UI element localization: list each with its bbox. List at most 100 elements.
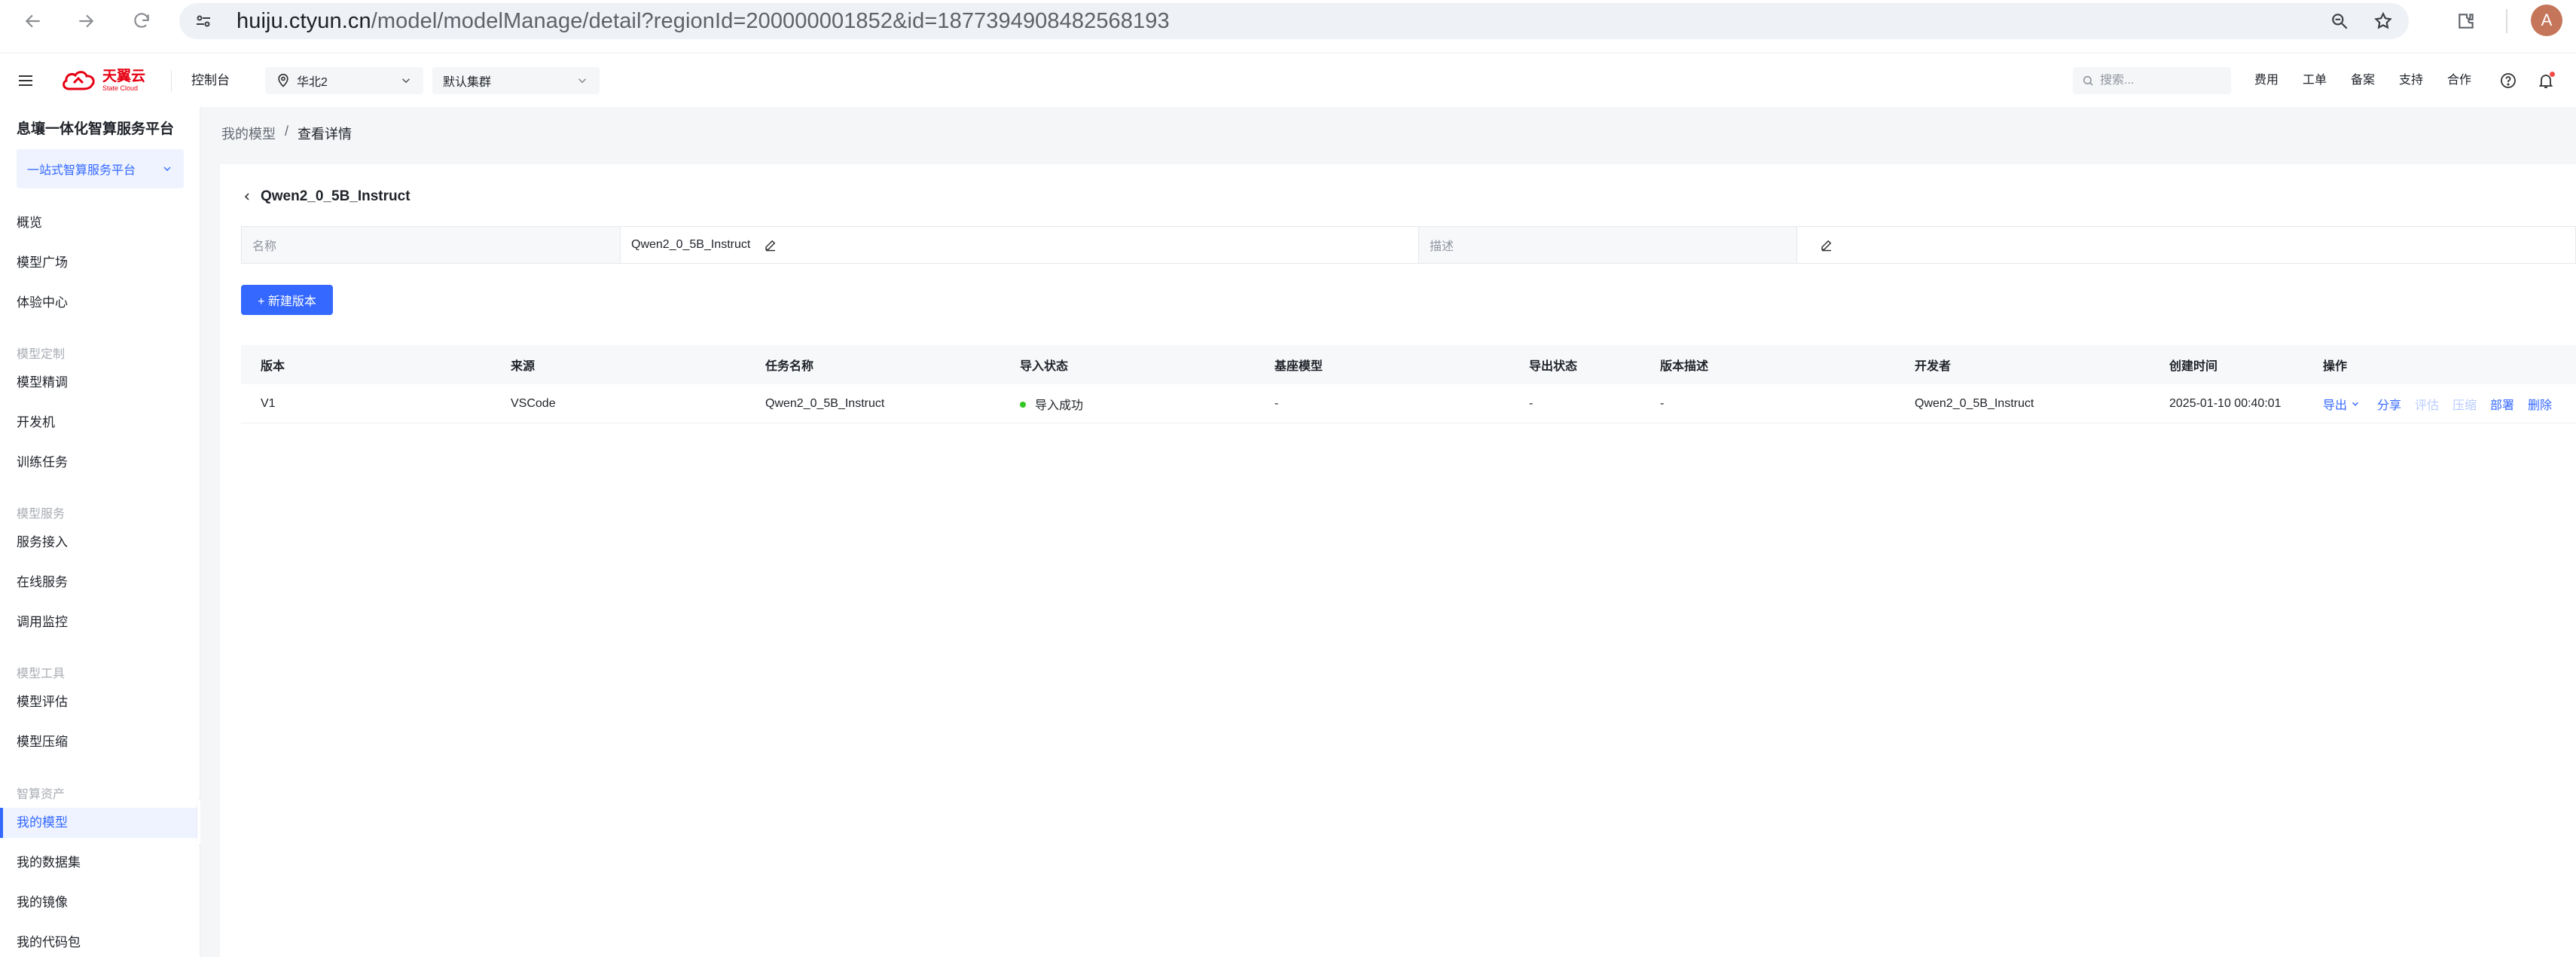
logo-cn: 天翼云 <box>102 69 146 84</box>
header-link-tickets[interactable]: 工单 <box>2303 70 2327 91</box>
browser-toolbar: huiju.ctyun.cn/model/modelManage/detail?… <box>0 0 2576 42</box>
back-arrow-icon[interactable] <box>20 8 47 35</box>
sidebar-item-monitor[interactable]: 调用监控 <box>0 607 200 637</box>
col-task: 任务名称 <box>765 360 814 373</box>
chevron-down-icon <box>578 78 587 84</box>
row-source: VSCode <box>511 396 556 410</box>
model-info-row: 名称 Qwen2_0_5B_Instruct 描述 <box>241 226 2576 264</box>
notification-bell-icon[interactable] <box>2535 70 2556 91</box>
deploy-button[interactable]: 部署 <box>2490 395 2514 413</box>
region-value: 华北2 <box>297 76 328 89</box>
cluster-select[interactable]: 默认集群 <box>432 67 600 94</box>
menu-group-tools: 模型工具 <box>17 668 66 680</box>
logo-en: State Cloud <box>102 84 139 92</box>
console-link[interactable]: 控制台 <box>191 70 230 91</box>
menu-icon[interactable] <box>15 70 36 91</box>
reload-icon[interactable] <box>128 8 155 35</box>
brand-logo[interactable]: 天翼云 State Cloud <box>60 66 145 96</box>
delete-button[interactable]: 删除 <box>2528 395 2552 413</box>
sidebar-item-my-models[interactable]: 我的模型 <box>0 808 200 838</box>
menu-group-custom: 模型定制 <box>17 348 66 361</box>
sidebar-title: 息壤一体化智算服务平台 <box>17 121 175 137</box>
sidebar-item-my-code[interactable]: 我的代码包 <box>0 928 200 957</box>
help-icon[interactable] <box>2498 70 2519 91</box>
notification-dot <box>2550 72 2555 77</box>
sidebar-item-finetune[interactable]: 模型精调 <box>0 368 200 398</box>
region-select[interactable]: 华北2 <box>265 67 423 94</box>
sidebar-item-compress[interactable]: 模型压缩 <box>0 727 200 757</box>
sidebar-item-evaluate[interactable]: 模型评估 <box>0 687 200 717</box>
chevron-down-icon <box>401 78 411 84</box>
row-description: - <box>1660 396 1665 410</box>
export-dropdown-button[interactable]: 导出 <box>2323 395 2361 413</box>
zoom-icon[interactable] <box>2327 9 2352 33</box>
location-pin-icon <box>278 73 288 87</box>
share-button[interactable]: 分享 <box>2377 395 2401 413</box>
search-input[interactable] <box>2100 74 2220 87</box>
row-import-status: 导入成功 <box>1020 395 1083 413</box>
sidebar-item-my-datasets[interactable]: 我的数据集 <box>0 848 200 878</box>
col-import-status: 导入状态 <box>1020 360 1069 373</box>
name-value: Qwen2_0_5B_Instruct <box>631 238 751 251</box>
row-task-link[interactable]: Qwen2_0_5B_Instruct <box>765 397 884 411</box>
col-description: 版本描述 <box>1660 360 1709 373</box>
name-label: 名称 <box>242 227 620 263</box>
profile-avatar[interactable]: A <box>2531 5 2562 36</box>
col-operations: 操作 <box>2323 360 2348 373</box>
edit-name-icon[interactable] <box>764 238 777 252</box>
extensions-icon[interactable] <box>2452 8 2480 35</box>
chevron-down-icon <box>163 167 171 171</box>
forward-arrow-icon[interactable] <box>72 8 99 35</box>
cluster-value: 默认集群 <box>443 76 492 89</box>
col-export-status: 导出状态 <box>1529 360 1578 373</box>
sidebar-item-online[interactable]: 在线服务 <box>0 567 200 598</box>
header-link-filing[interactable]: 备案 <box>2351 70 2375 91</box>
header-link-support[interactable]: 支持 <box>2399 70 2423 91</box>
compress-button: 压缩 <box>2452 399 2477 412</box>
desc-value-cell <box>1796 227 2575 263</box>
site-settings-icon[interactable] <box>191 9 215 33</box>
sidebar-item-training[interactable]: 训练任务 <box>0 448 200 478</box>
bookmark-star-icon[interactable] <box>2371 9 2395 33</box>
success-status-dot <box>1020 402 1026 408</box>
page-title: Qwen2_0_5B_Instruct <box>261 188 411 204</box>
version-table: 版本 来源 任务名称 导入状态 基座模型 导出状态 版本描述 开发者 创建时间 … <box>241 345 2576 423</box>
sidebar-item-my-images[interactable]: 我的镜像 <box>0 888 200 918</box>
col-base-model: 基座模型 <box>1274 360 1323 373</box>
main-content: 我的模型 / 查看详情 Qwen2_0_5B_Instruct 名称 Qwen2… <box>200 107 2576 957</box>
header-divider <box>171 70 172 91</box>
desc-label: 描述 <box>1418 227 1796 263</box>
evaluate-button: 评估 <box>2415 399 2440 412</box>
sidebar-item-model-square[interactable]: 模型广场 <box>0 248 200 278</box>
url-path: /model/modelManage/detail?regionId=20000… <box>371 9 1170 33</box>
header-link-partner[interactable]: 合作 <box>2447 70 2471 91</box>
sidebar: 息壤一体化智算服务平台 一站式智算服务平台 概览 模型广场 体验中心 模型定制 … <box>0 107 200 957</box>
url-text[interactable]: huiju.ctyun.cn/model/modelManage/detail?… <box>237 3 1170 39</box>
table-row: V1 VSCode Qwen2_0_5B_Instruct 导入成功 - - -… <box>241 384 2576 423</box>
row-version: V1 <box>261 396 276 410</box>
address-bar[interactable]: huiju.ctyun.cn/model/modelManage/detail?… <box>179 3 2409 39</box>
global-search[interactable] <box>2073 67 2231 94</box>
back-chevron-icon[interactable] <box>241 191 253 203</box>
name-value-cell: Qwen2_0_5B_Instruct <box>620 227 1418 263</box>
sidebar-item-access[interactable]: 服务接入 <box>0 527 200 558</box>
platform-select[interactable]: 一站式智算服务平台 <box>17 149 184 188</box>
sidebar-item-overview[interactable]: 概览 <box>0 208 200 238</box>
cloud-logo-icon <box>63 71 95 90</box>
menu-group-service: 模型服务 <box>17 508 66 521</box>
edit-desc-icon[interactable] <box>1820 238 1833 252</box>
platform-value: 一站式智算服务平台 <box>27 164 136 177</box>
row-created: 2025-01-10 00:40:01 <box>2169 396 2281 410</box>
toolbar-divider <box>2506 9 2507 33</box>
logo-text: 天翼云 State Cloud <box>102 69 145 92</box>
col-version: 版本 <box>261 360 285 373</box>
col-created: 创建时间 <box>2169 360 2218 373</box>
header-link-billing[interactable]: 费用 <box>2254 70 2278 91</box>
search-icon <box>2083 75 2093 86</box>
breadcrumb: 我的模型 / 查看详情 <box>221 124 352 143</box>
row-developer: Qwen2_0_5B_Instruct <box>1915 396 2034 410</box>
new-version-button[interactable]: + 新建版本 <box>241 285 333 315</box>
sidebar-item-experience[interactable]: 体验中心 <box>0 288 200 318</box>
breadcrumb-my-models[interactable]: 我的模型 <box>221 124 276 143</box>
sidebar-item-devbox[interactable]: 开发机 <box>0 408 200 438</box>
